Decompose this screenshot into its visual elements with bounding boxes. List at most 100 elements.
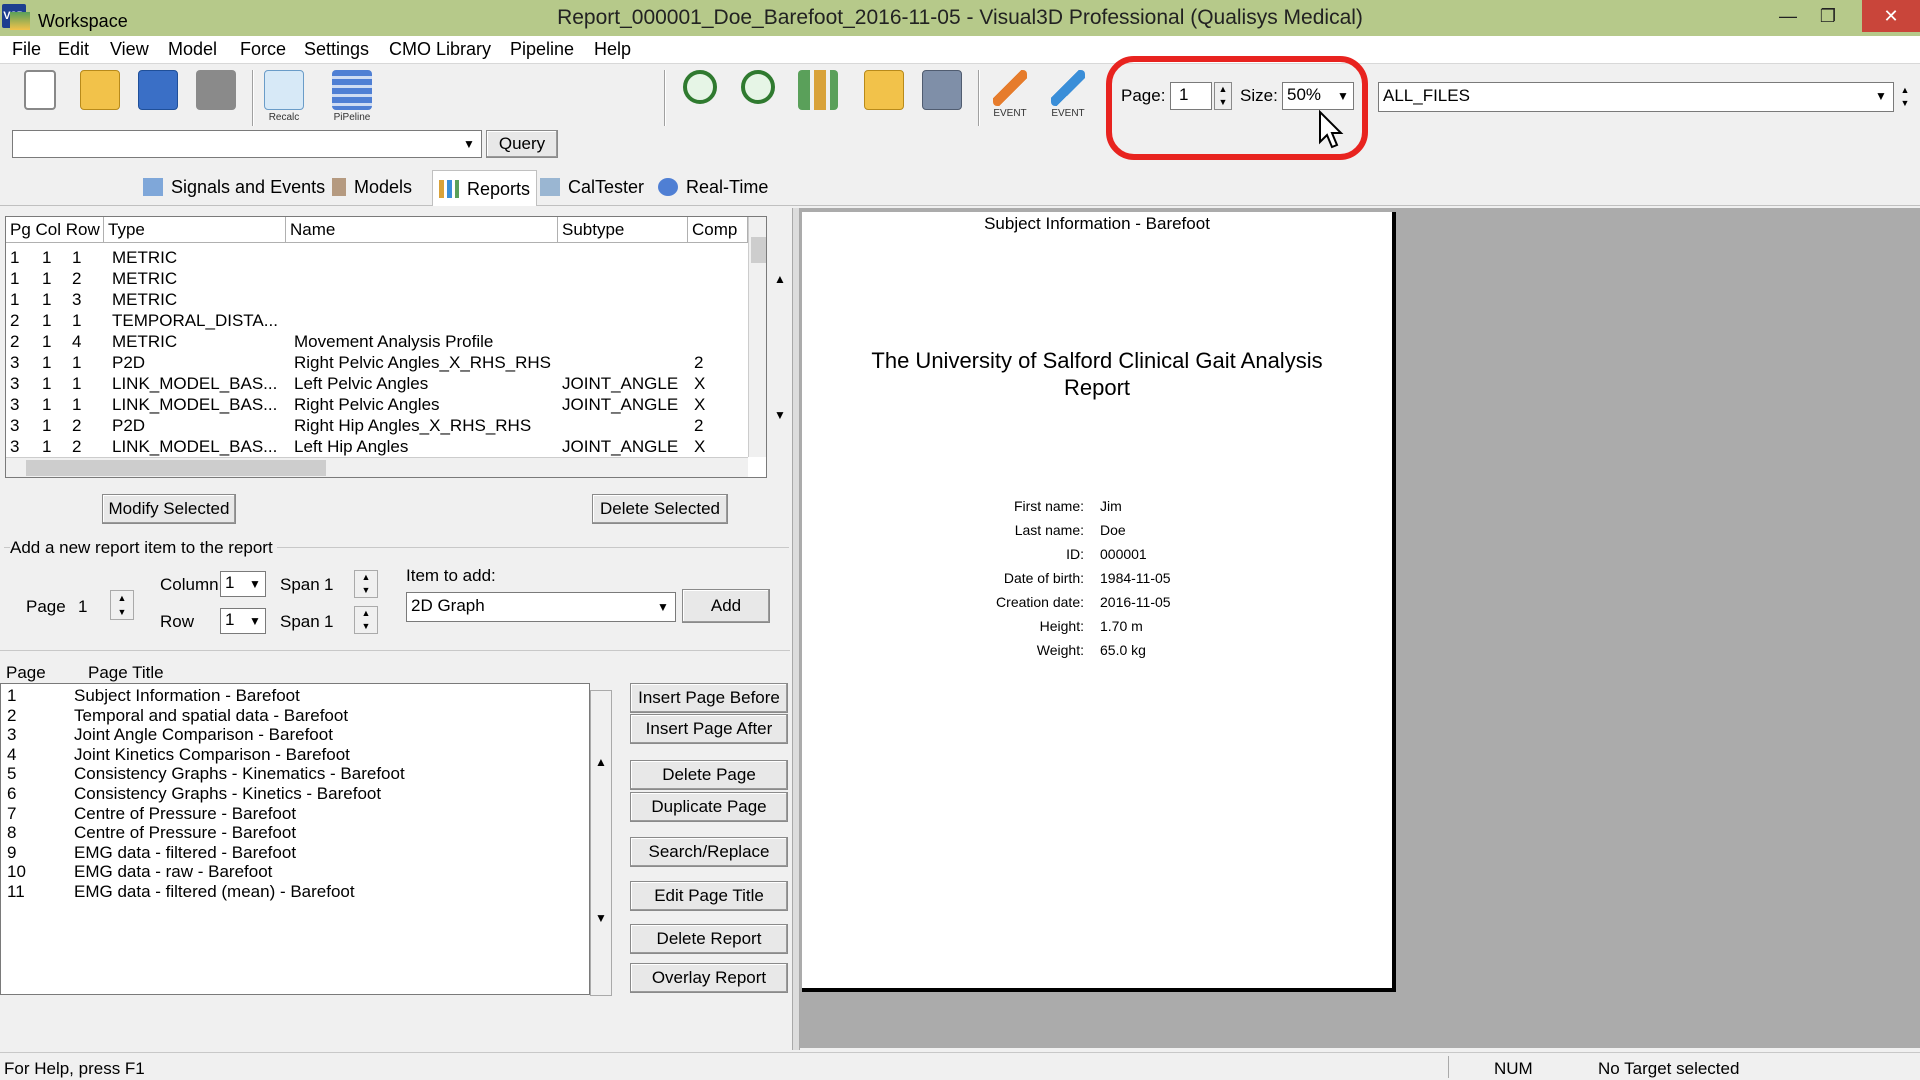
menu-model[interactable]: Model [168,39,217,60]
modify-selected-button[interactable]: Modify Selected [102,494,236,524]
tab-realtime[interactable]: Real-Time [658,172,768,202]
column-header-comp[interactable]: Comp [688,217,748,243]
table-row[interactable]: 2 1 1 TEMPORAL_DISTA... [6,310,748,331]
tab-caltester[interactable]: CalTester [540,172,644,202]
menu-pipeline[interactable]: Pipeline [510,39,574,60]
open-rgt-button[interactable] [858,70,910,128]
table-row[interactable]: 1 1 1 METRIC [6,247,748,268]
query-button[interactable]: Query [486,130,558,158]
scroll-thumb[interactable] [751,237,766,263]
minimize-button[interactable]: — [1768,0,1808,32]
cell-col: 1 [42,437,52,456]
list-item[interactable]: 8 Centre of Pressure - Barefoot [1,823,581,843]
scroll-thumb[interactable] [26,460,326,476]
cell-col: 1 [42,395,52,414]
menu-view[interactable]: View [110,39,149,60]
event-button-1[interactable]: EVENT [984,70,1036,128]
table-row[interactable]: 1 1 3 METRIC [6,289,748,310]
list-item[interactable]: 6 Consistency Graphs - Kinetics - Barefoo… [1,784,581,804]
zoom-in-button[interactable] [674,70,726,128]
tab-workspace[interactable]: Workspace [10,6,128,36]
column-dropdown[interactable]: 1 ▼ [220,571,266,597]
menu-help[interactable]: Help [594,39,631,60]
scroll-up-icon[interactable]: ▲ [595,755,607,769]
menu-settings[interactable]: Settings [304,39,369,60]
cell-name: Left Pelvic Angles [294,374,429,393]
page-spinner[interactable]: ▲ ▼ [110,590,134,620]
page-title: EMG data - filtered - Barefoot [74,842,297,862]
menu-edit[interactable]: Edit [58,39,89,60]
new-file-button[interactable] [14,70,66,128]
table-row[interactable]: 1 1 2 METRIC [6,268,748,289]
tab-models[interactable]: Models [332,172,412,202]
table-row[interactable]: 3 1 1 LINK_MODEL_BAS... Left Pelvic Angles JO… [6,373,748,394]
span-spinner-2[interactable]: ▲ ▼ [354,606,378,634]
caltester-icon [540,178,560,196]
page-list-scrollbar[interactable]: ▲ ▼ [590,690,612,996]
list-item[interactable]: 1 Subject Information - Barefoot [1,686,581,706]
list-item[interactable]: 11 EMG data - filtered (mean) - Barefoot [1,882,581,902]
close-button[interactable]: ✕ [1862,0,1920,32]
recalc-button[interactable]: Recalc [258,70,310,128]
tab-reports[interactable]: Reports [432,170,538,206]
report-items-table[interactable]: Pg Col Row Type Name Subtype Comp 1 1 1 MET… [5,216,767,478]
zoom-out-button[interactable] [732,70,784,128]
menu-file[interactable]: File [12,39,41,60]
add-item-legend: Add a new report item to the report [10,538,277,558]
table-row[interactable]: 3 1 2 P2D Right Hip Angles_X_RHS_RHS 2 [6,415,748,436]
insert-page-before-button[interactable]: Insert Page Before [630,683,788,713]
save-rgt-button[interactable] [916,70,968,128]
maximize-button[interactable]: ❐ [1808,0,1848,32]
menu-cmo-library[interactable]: CMO Library [389,39,491,60]
column-header-pg-col-row[interactable]: Pg Col Row [6,217,104,243]
open-folder-button[interactable] [74,70,126,128]
item-to-add-dropdown[interactable]: 2D Graph ▼ [406,592,676,622]
plugin-button[interactable] [190,70,242,128]
list-item[interactable]: 3 Joint Angle Comparison - Barefoot [1,725,581,745]
column-header-subtype[interactable]: Subtype [558,217,688,243]
scroll-down-icon[interactable]: ▼ [774,408,786,422]
list-item[interactable]: 7 Centre of Pressure - Barefoot [1,804,581,824]
file-filter-dropdown[interactable]: ALL_FILES ▼ [1378,82,1894,112]
table-row[interactable]: 2 1 4 METRIC Movement Analysis Profile [6,331,748,352]
scroll-up-icon[interactable]: ▲ [774,272,786,286]
page-list[interactable]: 1 Subject Information - Barefoot 2 Temporal… [0,683,590,995]
span-spinner-1[interactable]: ▲ ▼ [354,570,378,598]
list-item[interactable]: 2 Temporal and spatial data - Barefoot [1,706,581,726]
overlay-report-button[interactable]: Overlay Report [630,963,788,993]
outer-scroll[interactable]: ▲ ▼ [770,216,790,478]
table-row[interactable]: 3 1 2 LINK_MODEL_BAS... Left Hip Angles JOINT… [6,436,748,457]
list-item[interactable]: 10 EMG data - raw - Barefoot [1,862,581,882]
list-item[interactable]: 5 Consistency Graphs - Kinematics - Baref… [1,764,581,784]
chart-button[interactable] [792,70,844,128]
insert-page-after-button[interactable]: Insert Page After [630,714,788,744]
table-row[interactable]: 3 1 1 LINK_MODEL_BAS... Right Pelvic Angles J… [6,394,748,415]
tab-signals-events[interactable]: Signals and Events [143,172,325,202]
query-dropdown[interactable]: ▼ [12,130,482,158]
scroll-down-icon[interactable]: ▼ [595,911,607,925]
toolbar-scroll-spinner[interactable]: ▲ ▼ [1896,84,1914,110]
column-header-type[interactable]: Type [104,217,286,243]
column-header-name[interactable]: Name [286,217,558,243]
add-button[interactable]: Add [682,589,770,623]
search-replace-button[interactable]: Search/Replace [630,837,788,867]
pipeline-button[interactable]: PiPeline [326,70,378,128]
cell-col: 1 [42,248,52,267]
page-number: 4 [7,744,17,764]
event-button-2[interactable]: EVENT [1042,70,1094,128]
list-item[interactable]: 4 Joint Kinetics Comparison - Barefoot [1,745,581,765]
panel-splitter[interactable] [792,208,800,1050]
table-vertical-scrollbar[interactable] [748,217,766,457]
save-cmz-button[interactable] [132,70,184,128]
delete-selected-button[interactable]: Delete Selected [592,494,728,524]
table-row[interactable]: 3 1 1 P2D Right Pelvic Angles_X_RHS_RHS 2 [6,352,748,373]
table-horizontal-scrollbar[interactable] [6,457,748,477]
toolbar-separator [252,70,254,126]
list-item[interactable]: 9 EMG data - filtered - Barefoot [1,843,581,863]
duplicate-page-button[interactable]: Duplicate Page [630,792,788,822]
edit-page-title-button[interactable]: Edit Page Title [630,881,788,911]
delete-page-button[interactable]: Delete Page [630,760,788,790]
row-dropdown[interactable]: 1 ▼ [220,608,266,634]
delete-report-button[interactable]: Delete Report [630,924,788,954]
menu-force[interactable]: Force [240,39,286,60]
